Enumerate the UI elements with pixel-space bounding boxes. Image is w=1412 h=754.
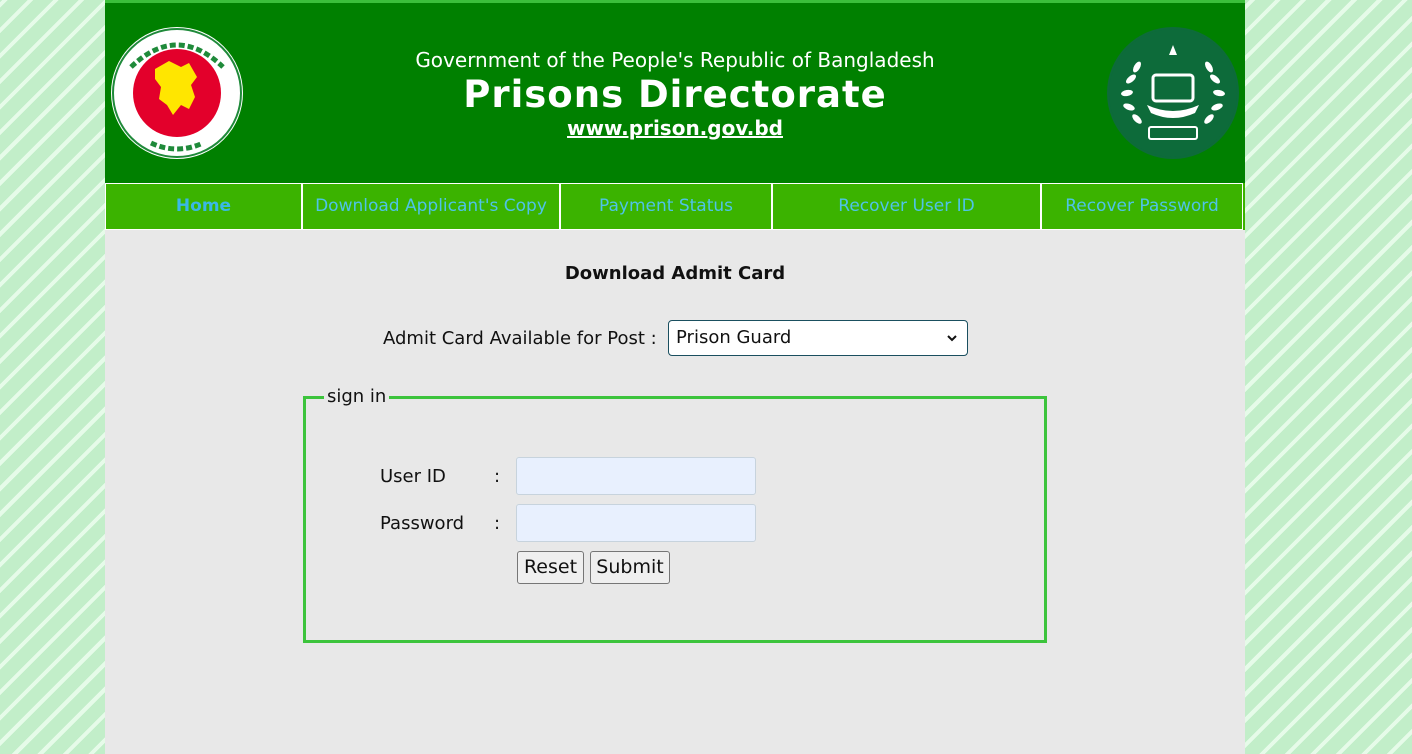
page-title: Download Admit Card [564, 263, 786, 284]
password-input[interactable] [516, 504, 756, 542]
nav-payment-status[interactable]: Payment Status [560, 183, 772, 230]
nav-recover-password[interactable]: Recover Password [1041, 183, 1243, 230]
main-navigation: Home Download Applicant's Copy Payment S… [105, 183, 1245, 230]
nav-recover-user-id[interactable]: Recover User ID [772, 183, 1041, 230]
reset-button[interactable]: Reset [517, 551, 584, 584]
user-id-input[interactable] [516, 457, 756, 495]
user-id-label: User ID [380, 466, 446, 487]
password-colon: : [494, 513, 501, 534]
post-select[interactable]: Prison Guard [668, 320, 968, 356]
site-url-link[interactable]: www.prison.gov.bd [105, 116, 1245, 140]
post-select-value: Prison Guard [676, 327, 792, 348]
page-container: Government of the People's Republic of B… [105, 0, 1245, 754]
site-title: Prisons Directorate [463, 73, 887, 116]
password-label: Password [380, 513, 465, 534]
signin-legend: sign in [324, 386, 390, 407]
chevron-down-icon [947, 335, 957, 342]
nav-home[interactable]: Home [105, 183, 302, 230]
site-header: Government of the People's Republic of B… [105, 3, 1245, 183]
submit-button[interactable]: Submit [590, 551, 670, 584]
post-select-label: Admit Card Available for Post : [383, 328, 657, 349]
user-id-colon: : [494, 466, 501, 487]
nav-download-applicants-copy[interactable]: Download Applicant's Copy [302, 183, 560, 230]
header-subtitle: Government of the People's Republic of B… [415, 48, 935, 72]
prisons-emblem-icon [1107, 27, 1239, 159]
